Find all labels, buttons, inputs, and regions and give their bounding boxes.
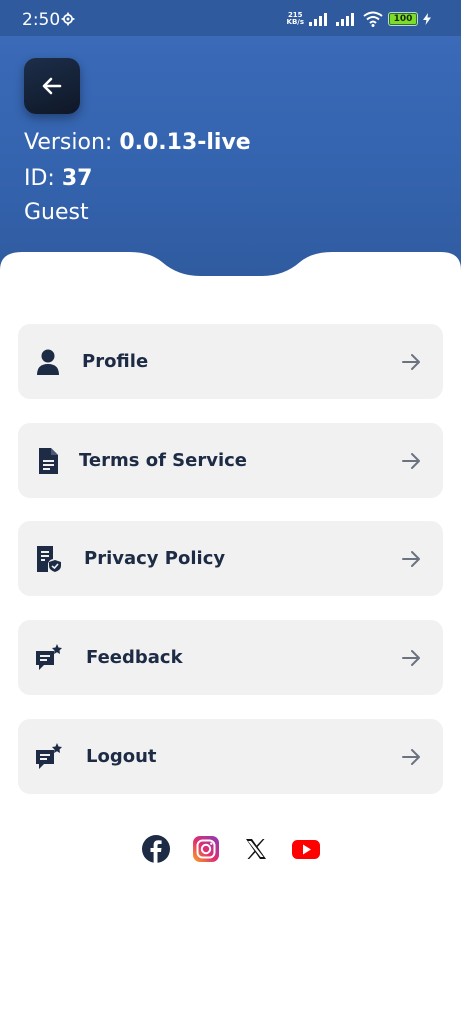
- menu-item-logout[interactable]: Logout: [18, 719, 443, 794]
- menu-item-privacy[interactable]: Privacy Policy: [18, 521, 443, 596]
- version-value: 0.0.13-live: [119, 130, 251, 155]
- id-label: ID:: [24, 166, 55, 191]
- arrow-right-icon: [402, 453, 420, 469]
- menu-item-profile[interactable]: Profile: [18, 324, 443, 399]
- menu-item-feedback[interactable]: Feedback: [18, 620, 443, 695]
- menu-item-terms[interactable]: Terms of Service: [18, 423, 443, 498]
- chat-star-icon: [36, 743, 62, 769]
- facebook-icon[interactable]: [141, 834, 171, 864]
- social-links: [0, 834, 461, 864]
- settings-gear-icon: [61, 12, 75, 26]
- menu-label-logout: Logout: [86, 746, 157, 767]
- wifi-icon: [363, 11, 383, 27]
- status-time: 2:50: [22, 10, 61, 30]
- arrow-left-icon: [42, 77, 62, 95]
- charging-icon: [423, 13, 431, 25]
- person-icon: [37, 349, 59, 375]
- arrow-right-icon: [402, 650, 420, 666]
- user-role: Guest: [24, 200, 89, 225]
- battery-icon: 100: [388, 12, 418, 26]
- instagram-icon[interactable]: [191, 834, 221, 864]
- x-icon[interactable]: [241, 834, 271, 864]
- arrow-right-icon: [402, 749, 420, 765]
- network-speed-unit: KB/s: [286, 18, 304, 26]
- signal-icon: [309, 13, 327, 26]
- back-button[interactable]: [24, 58, 80, 114]
- shield-document-icon: [37, 546, 61, 572]
- document-icon: [39, 448, 58, 474]
- youtube-icon[interactable]: [291, 834, 321, 864]
- status-bar: 2:50 215 KB/s 100: [0, 0, 461, 36]
- id-line: ID: 37: [24, 166, 92, 191]
- chat-star-icon: [36, 644, 62, 670]
- menu-label-privacy: Privacy Policy: [84, 548, 226, 569]
- signal-icon-2: [336, 13, 354, 26]
- arrow-right-icon: [402, 354, 420, 370]
- menu-label-profile: Profile: [82, 351, 149, 372]
- arrow-right-icon: [402, 551, 420, 567]
- version-label: Version:: [24, 130, 113, 155]
- battery-level: 100: [393, 14, 413, 24]
- network-speed: 215 KB/s: [287, 12, 304, 26]
- version-line: Version: 0.0.13-live: [24, 130, 251, 155]
- header-wave: [0, 252, 461, 300]
- menu-label-feedback: Feedback: [86, 647, 183, 668]
- menu-label-terms: Terms of Service: [79, 450, 248, 471]
- id-value: 37: [61, 166, 93, 191]
